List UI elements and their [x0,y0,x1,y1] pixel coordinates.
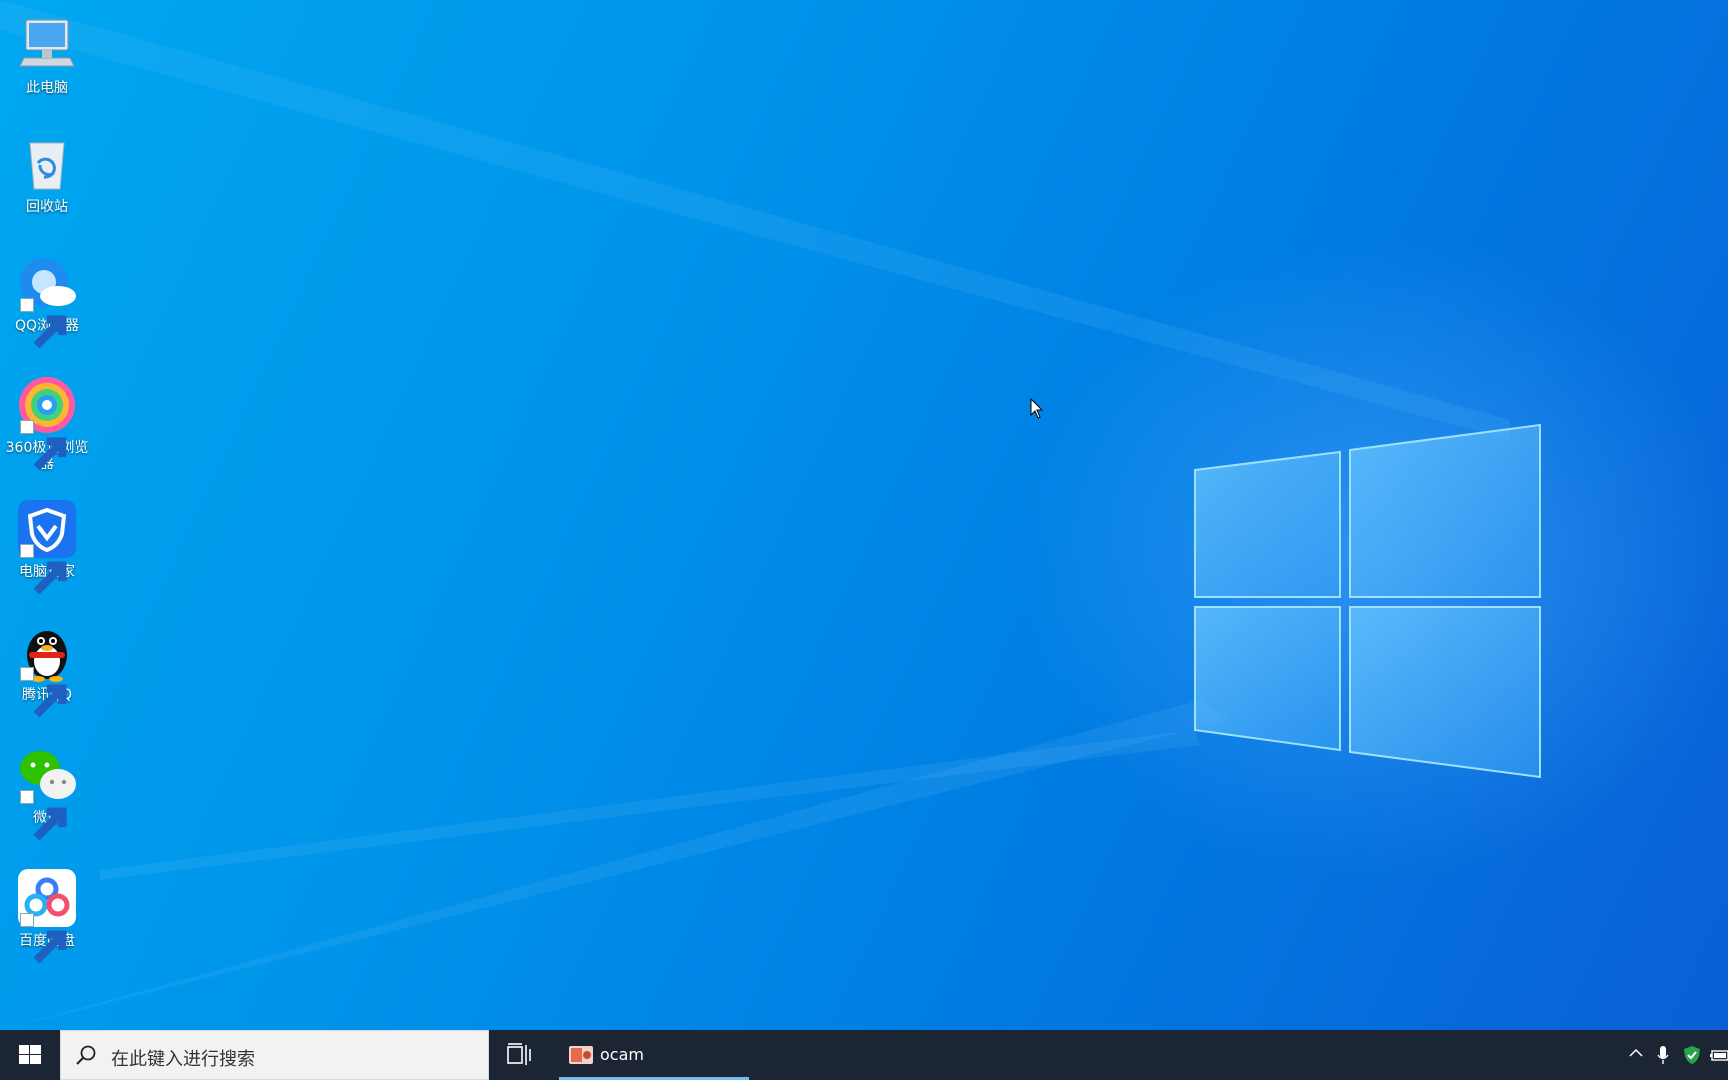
taskbar: 在此键入进行搜索 ocam [0,1030,1728,1080]
desktop-icon-recycle-bin[interactable]: 回收站 [0,133,94,215]
shortcut-arrow-icon [20,544,67,595]
microphone-icon[interactable] [1656,1045,1670,1069]
this-pc-icon [19,19,75,67]
battery-icon[interactable] [1710,1045,1728,1069]
shortcut-arrow-icon [20,298,67,349]
shortcut-arrow-icon [20,667,67,718]
desktop-icon-this-pc[interactable]: 此电脑 [0,14,94,96]
windows-start-icon [19,1045,41,1064]
start-button[interactable] [0,1030,60,1080]
desktop-icon-pc-manager[interactable]: 电脑管家 [0,498,94,595]
security-shield-icon[interactable] [1682,1045,1702,1069]
shortcut-arrow-icon [20,913,67,964]
taskbar-app-ocam[interactable]: ocam [559,1030,749,1080]
system-tray [1618,1030,1728,1080]
windows-logo-wallpaper [0,0,1541,1030]
desktop-wallpaper: 此电脑 回收站 QQ浏览器 360极速浏览器 电脑管家 腾讯QQ 微信 百度网盘 [0,0,1728,1030]
shortcut-arrow-icon [20,420,67,471]
chevron-up-icon[interactable] [1628,1045,1644,1065]
desktop-icon-qq-browser[interactable]: QQ浏览器 [0,252,94,349]
shortcut-arrow-icon [20,790,67,841]
desktop-icon-wechat[interactable]: 微信 [0,744,94,841]
desktop-icon-360-browser[interactable]: 360极速浏览器 [0,374,94,472]
search-placeholder: 在此键入进行搜索 [111,1049,255,1070]
desktop-icon-baidu-netdisk[interactable]: 百度网盘 [0,867,94,964]
desktop-icon-label: 回收站 [26,199,68,215]
taskbar-app-label: ocam [600,1045,644,1064]
taskbar-search-box[interactable]: 在此键入进行搜索 [60,1030,489,1080]
task-view-icon[interactable] [505,1041,533,1069]
ocam-icon [569,1046,593,1064]
desktop-icon-tencent-qq[interactable]: 腾讯QQ [0,621,94,718]
recycle-bin-icon [29,142,65,190]
mouse-pointer-icon [1030,398,1044,419]
desktop-icon-label: 此电脑 [26,80,68,96]
search-icon [76,1045,96,1065]
